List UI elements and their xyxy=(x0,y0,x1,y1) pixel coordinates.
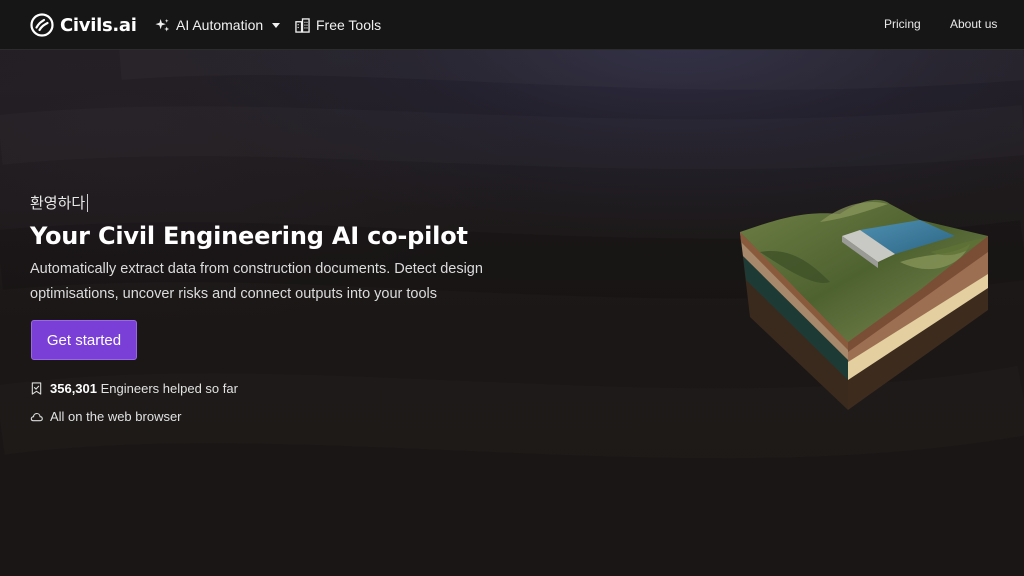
bookmark-check-icon xyxy=(31,381,42,395)
browser-note-text: All on the web browser xyxy=(50,408,182,424)
chevron-down-icon xyxy=(272,22,281,28)
civils-logo-icon xyxy=(30,13,54,37)
brand-name: Civils.ai xyxy=(60,14,137,36)
hero-headline: Your Civil Engineering AI co-pilot xyxy=(30,222,468,250)
buildings-icon xyxy=(295,17,310,33)
nav-free-tools[interactable]: Free Tools xyxy=(295,14,381,36)
hero-subtext: Automatically extract data from construc… xyxy=(30,261,483,302)
stat-count: 356,301 xyxy=(50,380,97,396)
greeting-text: 환영하다 xyxy=(30,194,86,212)
nav-pricing-link[interactable]: Pricing xyxy=(884,17,921,31)
stat-text: 356,301 Engineers helped so far xyxy=(50,381,238,396)
top-navbar: Civils.ai AI Automation Free Tools Prici… xyxy=(0,0,1024,50)
nav-ai-automation-dropdown[interactable]: AI Automation xyxy=(155,14,281,36)
engineers-helped-stat: 356,301 Engineers helped so far xyxy=(30,378,238,398)
cloud-icon xyxy=(30,412,43,421)
typing-cursor xyxy=(87,193,89,212)
brand-logo[interactable]: Civils.ai xyxy=(30,11,137,39)
stat-suffix: Engineers helped so far xyxy=(97,380,238,396)
nav-about-link[interactable]: About us xyxy=(950,17,997,31)
nav-free-tools-label: Free Tools xyxy=(316,17,382,33)
get-started-button[interactable]: Get started xyxy=(31,320,137,360)
terrain-cross-section-illustration xyxy=(740,199,988,410)
hero-greeting: 환영하다 xyxy=(30,192,89,213)
sparkle-icon xyxy=(155,18,170,31)
web-browser-note: All on the web browser xyxy=(30,406,182,426)
nav-ai-automation-label: AI Automation xyxy=(176,17,264,33)
